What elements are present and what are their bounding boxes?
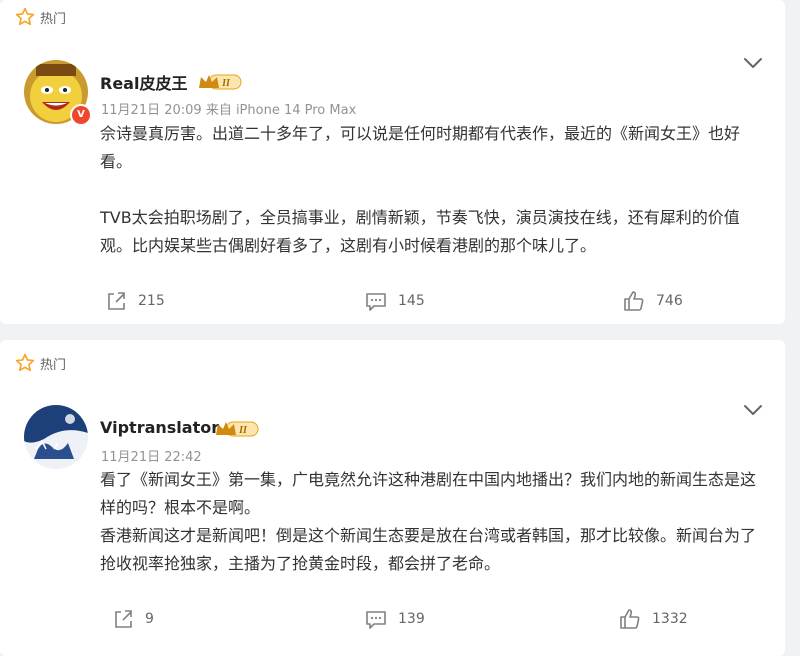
hot-label: 热门 xyxy=(40,11,67,27)
username[interactable]: Real皮皮王 xyxy=(100,70,187,94)
share-out-icon xyxy=(108,292,125,310)
comment-bubble-icon xyxy=(366,293,386,311)
thumbs-up-icon xyxy=(620,609,640,629)
comment-button[interactable]: 145 xyxy=(364,289,425,313)
comment-card: 热门 Viptranslator II 11月21日 22:42 看了《新闻女王… xyxy=(0,340,785,656)
thumbs-up-icon xyxy=(624,291,644,311)
comment-button[interactable]: 139 xyxy=(364,607,425,631)
repost-button[interactable]: 215 xyxy=(104,289,165,313)
comment-paragraph: 看了《新闻女王》第一集，广电竟然允许这种港剧在中国内地播出？我们内地的新闻生态是… xyxy=(100,470,757,517)
hot-tag: 热门 xyxy=(14,352,66,374)
avatar[interactable] xyxy=(24,405,88,469)
star-outline-icon xyxy=(15,7,35,26)
hot-label: 热门 xyxy=(40,357,67,373)
comment-text: 佘诗曼真厉害。出道二十多年了，可以说是任何时期都有代表作，最近的《新闻女王》也好… xyxy=(100,120,760,260)
like-count: 1332 xyxy=(652,611,688,627)
like-count: 746 xyxy=(656,293,683,309)
crown-badge-icon[interactable]: II xyxy=(214,419,260,439)
badge-level: II xyxy=(238,425,248,436)
crown-badge-icon[interactable]: II xyxy=(197,72,243,92)
repost-count: 215 xyxy=(138,293,165,309)
like-button[interactable]: 1332 xyxy=(618,607,688,631)
star-outline-icon xyxy=(15,353,35,372)
chevron-down-icon[interactable] xyxy=(742,403,764,417)
comment-card: 热门 V Real皮皮王 II 11月21日 20:09 来自 iPhone 1… xyxy=(0,0,785,324)
username[interactable]: Viptranslator xyxy=(100,418,219,437)
share-out-icon xyxy=(115,610,132,628)
post-meta: 11月21日 20:09 来自 iPhone 14 Pro Max xyxy=(101,103,357,118)
comment-count: 139 xyxy=(398,611,425,627)
badge-level: II xyxy=(221,78,231,89)
verified-badge: V xyxy=(70,104,92,126)
repost-count: 9 xyxy=(145,611,154,627)
hot-tag: 热门 xyxy=(14,6,66,28)
comment-paragraph: 佘诗曼真厉害。出道二十多年了，可以说是任何时期都有代表作，最近的《新闻女王》也好… xyxy=(100,124,741,171)
comment-bubble-icon xyxy=(366,611,386,629)
comment-paragraph: 香港新闻这才是新闻吧！倒是这个新闻生态要是放在台湾或者韩国，那才比较像。新闻台为… xyxy=(100,526,757,573)
post-meta: 11月21日 22:42 xyxy=(101,450,202,465)
repost-button[interactable]: 9 xyxy=(111,607,154,631)
comment-count: 145 xyxy=(398,293,425,309)
comment-text: 看了《新闻女王》第一集，广电竟然允许这种港剧在中国内地播出？我们内地的新闻生态是… xyxy=(100,466,760,578)
chevron-down-icon[interactable] xyxy=(742,56,764,70)
like-button[interactable]: 746 xyxy=(622,289,683,313)
comment-paragraph: TVB太会拍职场剧了，全员搞事业，剧情新颖，节奏飞快，演员演技在线，还有犀利的价… xyxy=(100,208,740,255)
